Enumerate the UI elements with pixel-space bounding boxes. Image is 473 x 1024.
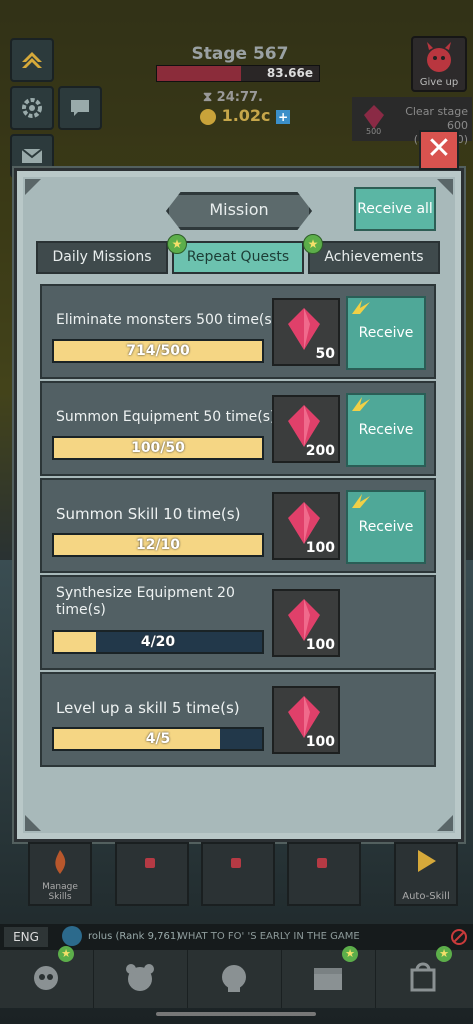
give-up-label: Give up <box>419 77 459 88</box>
dialog-title: Mission <box>166 192 312 230</box>
tab-daily-missions[interactable]: Daily Missions <box>36 241 168 274</box>
devil-face-icon <box>427 42 451 72</box>
quest-row: Eliminate monsters 500 time(s) 714/500 5… <box>40 284 436 379</box>
quest-row: Summon Skill 10 time(s) 12/10 100 Receiv… <box>40 478 436 573</box>
skull-crossbones-icon <box>34 966 58 990</box>
quest-row: Summon Equipment 50 time(s) 100/50 200 R… <box>40 381 436 476</box>
reward-count: 100 <box>305 637 335 653</box>
quest-title: Summon Skill 10 time(s) <box>56 505 241 523</box>
quest-progress-bar: 4/5 <box>52 727 264 751</box>
clear-stage-label: Clear stage <box>405 105 468 118</box>
star-badge-icon: ★ <box>167 234 187 254</box>
auto-skill-label: Auto-Skill <box>402 891 450 902</box>
bear-icon <box>126 964 154 991</box>
chat-avatar <box>62 926 82 946</box>
expand-menu-button[interactable] <box>10 38 54 82</box>
skill-slot-locked[interactable] <box>287 842 361 906</box>
quest-title: Synthesize Equipment 20 time(s) <box>56 585 235 618</box>
chat-button[interactable] <box>58 86 102 130</box>
close-icon: ✕ <box>426 131 452 166</box>
corner-ornament-icon <box>25 815 41 831</box>
lock-icon <box>317 858 327 868</box>
receive-all-button[interactable]: Receive all <box>354 187 436 231</box>
reward-slot: 100 <box>272 492 340 560</box>
corner-ornament-icon <box>437 815 453 831</box>
close-dialog-button[interactable]: ✕ <box>419 130 459 170</box>
reward-slot: 50 <box>272 298 340 366</box>
star-badge-icon: ★ <box>303 234 323 254</box>
tab-repeat-quests[interactable]: Repeat Quests <box>172 241 304 274</box>
chevron-up-icon <box>22 52 42 68</box>
quest-title: Eliminate monsters 500 time(s) <box>56 312 278 328</box>
reward-slot: 200 <box>272 395 340 463</box>
notification-badge-icon: ★ <box>342 946 358 962</box>
nav-shop[interactable] <box>376 950 469 1008</box>
corner-ornament-icon <box>25 179 41 195</box>
reward-count: 200 <box>305 443 335 459</box>
skull-icon <box>222 965 246 992</box>
chat-icon <box>71 100 89 116</box>
reward-slot: 100 <box>272 686 340 754</box>
lock-icon <box>145 858 155 868</box>
quest-progress-bar: 12/10 <box>52 533 264 557</box>
reward-count: 50 <box>315 346 335 362</box>
tab-achievements[interactable]: Achievements <box>308 241 440 274</box>
stage-title: Stage 567 <box>191 44 289 64</box>
shopping-bag-icon <box>410 962 436 992</box>
chat-message: WHAT TO FO' 'S EARLY IN THE GAME <box>178 931 360 942</box>
skill-slot-locked[interactable] <box>201 842 275 906</box>
gesture-bar <box>156 1012 316 1016</box>
quest-progress-text: 714/500 <box>126 343 190 359</box>
language-toggle[interactable]: ENG <box>4 927 48 947</box>
quest-progress-bar: 714/500 <box>52 339 264 363</box>
boss-hp-value: 83.66e <box>266 66 313 80</box>
quest-row: Level up a skill 5 time(s) 4/5 100 <box>40 672 436 767</box>
chest-icon <box>314 968 342 990</box>
quest-progress-text: 100/50 <box>131 440 185 456</box>
add-gold-icon[interactable]: + <box>276 110 291 124</box>
reward-count: 100 <box>305 734 335 750</box>
quest-title: Level up a skill 5 time(s) <box>56 699 240 717</box>
manage-skills-button[interactable]: Manage Skills <box>28 842 92 906</box>
boss-hp-fill <box>157 66 241 81</box>
no-entry-icon[interactable] <box>450 928 468 946</box>
stage-timer: ⧗ 24:77. <box>203 90 263 105</box>
nav-skills[interactable] <box>188 950 282 1008</box>
give-up-button[interactable]: Give up <box>411 36 467 92</box>
timer-value: 24:77. <box>216 90 263 105</box>
quest-row: Synthesize Equipment 20 time(s) 4/20 100 <box>40 575 436 670</box>
gold-display: 1.02c + <box>200 106 291 125</box>
settings-button[interactable] <box>10 86 54 130</box>
reward-slot: 100 <box>272 589 340 657</box>
manage-skills-label: Manage Skills <box>42 882 78 902</box>
boss-hp-bar: 83.66e <box>156 65 320 82</box>
skill-slot-locked[interactable] <box>115 842 189 906</box>
sparkle-icon <box>352 494 370 508</box>
mail-icon <box>21 148 43 163</box>
sparkle-icon <box>352 300 370 314</box>
corner-ornament-icon <box>437 179 453 195</box>
play-icon <box>418 850 436 872</box>
gold-value: 1.02c <box>221 106 271 125</box>
flame-icon <box>55 850 66 874</box>
sparkle-icon <box>352 397 370 411</box>
reward-count: 100 <box>305 540 335 556</box>
lock-icon <box>231 858 241 868</box>
quest-progress-bar: 4/20 <box>52 630 264 654</box>
clear-stage-reward: 500 <box>366 127 382 136</box>
notification-badge-icon: ★ <box>58 946 74 962</box>
notification-badge-icon: ★ <box>436 946 452 962</box>
quest-progress-bar: 100/50 <box>52 436 264 460</box>
quest-progress-text: 4/20 <box>140 634 176 650</box>
nav-heroes[interactable] <box>0 950 94 1008</box>
nav-treasure[interactable] <box>282 950 376 1008</box>
gear-icon <box>22 98 42 118</box>
auto-skill-button[interactable]: Auto-Skill <box>394 842 458 906</box>
quest-progress-text: 12/10 <box>135 537 181 553</box>
quest-title: Summon Equipment 50 time(s) <box>56 409 276 425</box>
chat-sender: rolus (Rank 9,761) <box>88 931 181 942</box>
nav-companions[interactable] <box>94 950 188 1008</box>
gold-coin-icon <box>200 108 216 125</box>
quest-progress-text: 4/5 <box>145 731 171 747</box>
